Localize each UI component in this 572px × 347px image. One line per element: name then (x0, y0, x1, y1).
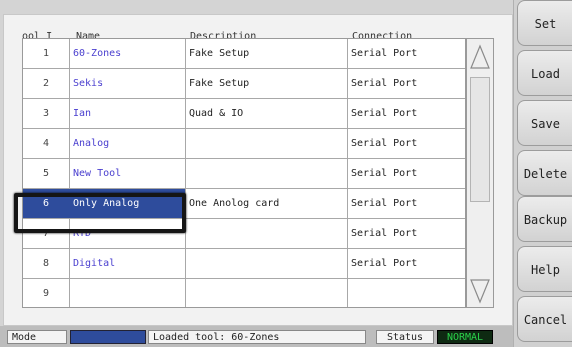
scroll-down-arrow-icon[interactable] (469, 277, 491, 305)
tool-connection: Serial Port (351, 138, 418, 149)
table-row[interactable]: 8 Digital Serial Port (23, 249, 465, 279)
table-row[interactable]: 5 New Tool Serial Port (23, 159, 465, 189)
tool-name (69, 279, 185, 309)
scrollbar-thumb[interactable] (470, 77, 490, 202)
scroll-up-arrow-icon[interactable] (469, 43, 491, 71)
row-number: 4 (42, 138, 50, 149)
row-number: 5 (42, 168, 50, 179)
help-button[interactable]: Help (517, 246, 572, 292)
tool-description (185, 219, 347, 248)
tool-connection: Serial Port (351, 168, 418, 179)
table-row[interactable]: 3 Ian Quad & IO Serial Port (23, 99, 465, 129)
tool-name: Ian (73, 108, 92, 119)
tool-connection: Serial Port (351, 228, 418, 239)
tool-description: Fake Setup (189, 78, 250, 89)
tool-name: New Tool (73, 168, 122, 179)
tool-name: Sekis (73, 78, 104, 89)
tool-name: Analog (73, 138, 110, 149)
tool-table: 1 60-Zones Fake Setup Serial Port 2 Seki… (22, 38, 466, 308)
row-number: 8 (42, 258, 50, 269)
table-row[interactable]: 9 (23, 279, 465, 309)
action-sidebar: Set Load Save Delete Backup Help Cancel (513, 0, 572, 347)
cancel-button[interactable]: Cancel (517, 296, 572, 342)
save-button[interactable]: Save (517, 100, 572, 146)
tool-description: Quad & IO (189, 108, 244, 119)
tool-description (185, 159, 347, 188)
tool-name: Digital (73, 258, 116, 269)
tool-name: 60-Zones (73, 48, 122, 59)
row-number: 9 (42, 288, 50, 299)
vertical-scrollbar[interactable] (466, 38, 494, 308)
status-label: Status (376, 330, 434, 344)
tool-description (185, 129, 347, 158)
tool-description (185, 249, 347, 278)
tool-description: Fake Setup (189, 48, 250, 59)
row-number: 3 (42, 108, 50, 119)
tool-description: One Anolog card (189, 198, 280, 209)
status-message: Loaded tool: 60-Zones (148, 330, 366, 344)
load-button[interactable]: Load (517, 50, 572, 96)
set-button[interactable]: Set (517, 0, 572, 46)
tool-description (185, 279, 347, 309)
status-bar: Mode Loaded tool: 60-Zones Status NORMAL (0, 326, 513, 347)
table-row[interactable]: 1 60-Zones Fake Setup Serial Port (23, 39, 465, 69)
mode-indicator (70, 330, 146, 344)
row-number: 2 (42, 78, 50, 89)
tool-connection: Serial Port (351, 48, 418, 59)
tool-connection: Serial Port (351, 198, 418, 209)
tool-connection: Serial Port (351, 108, 418, 119)
tool-connection: Serial Port (351, 258, 418, 269)
backup-button[interactable]: Backup (517, 196, 572, 242)
mode-label: Mode (7, 330, 67, 344)
selection-highlight-frame (14, 193, 186, 233)
delete-button[interactable]: Delete (517, 150, 572, 196)
tool-connection (347, 279, 465, 309)
table-row[interactable]: 4 Analog Serial Port (23, 129, 465, 159)
table-row[interactable]: 2 Sekis Fake Setup Serial Port (23, 69, 465, 99)
row-number: 1 (42, 48, 50, 59)
tool-connection: Serial Port (351, 78, 418, 89)
status-value: NORMAL (437, 330, 493, 344)
